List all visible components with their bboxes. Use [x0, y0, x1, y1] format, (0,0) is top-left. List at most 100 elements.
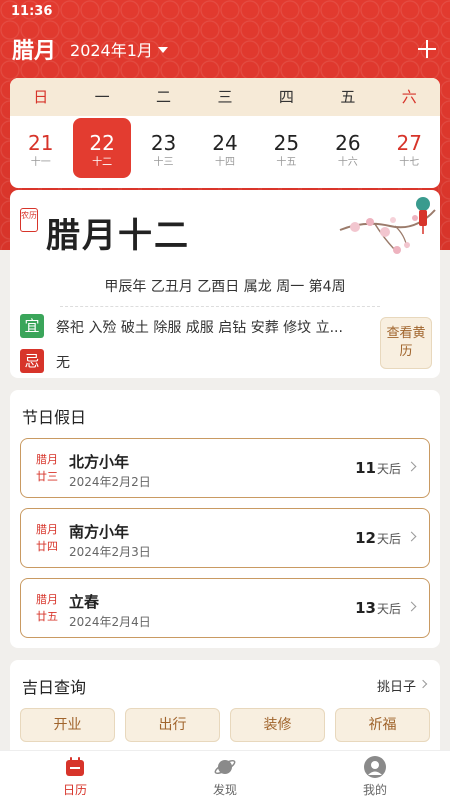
holiday-lunar-month: 腊月: [36, 453, 58, 466]
good-day-button[interactable]: 开业: [20, 708, 115, 742]
good-day-buttons: 开业 出行 装修 祈福: [20, 708, 430, 742]
holiday-lunar-date: 腊月 廿三: [33, 451, 61, 485]
calendar-icon: [66, 757, 84, 776]
month-selector-label: 2024年1月: [70, 41, 153, 60]
day-number: 27: [396, 131, 422, 155]
day-lunar: 十二: [92, 157, 113, 168]
ji-badge: 忌: [20, 349, 44, 373]
yi-badge: 宜: [20, 314, 44, 338]
ganzhi-info: 甲辰年 乙丑月 乙酉日 属龙 周一 第4周: [104, 279, 346, 295]
chevron-right-icon: [406, 461, 417, 472]
day-lunar: 十六: [337, 157, 358, 168]
tab-mine[interactable]: 我的: [300, 751, 450, 800]
good-days-title: 吉日查询: [22, 678, 87, 697]
tab-label: 我的: [362, 783, 387, 797]
countdown-suffix: 天后: [376, 462, 401, 476]
tab-label: 日历: [62, 783, 87, 797]
day-cell[interactable]: 24 十四: [194, 116, 255, 188]
tab-label: 发现: [212, 783, 237, 797]
caret-down-icon: [157, 47, 168, 53]
good-days-card: 吉日查询 挑日子 开业 出行 装修 祈福: [10, 660, 440, 760]
day-cell[interactable]: 21 十一: [10, 116, 71, 188]
week-calendar: 日 一 二 三 四 五 六 21 十一 22 十二 23 十三 24 十四 25…: [10, 78, 440, 188]
day-cell[interactable]: 26 十六: [317, 116, 378, 188]
bottom-tab-bar: 日历 发现 我的: [0, 750, 450, 800]
countdown-suffix: 天后: [376, 602, 401, 616]
weekday-sun: 日: [33, 88, 49, 106]
user-icon: [364, 756, 386, 778]
holiday-date: 2024年2月3日: [69, 545, 151, 559]
day-lunar: 十一: [30, 157, 51, 168]
lunar-month-title: 腊月: [12, 39, 57, 64]
holidays-title: 节日假日: [22, 408, 87, 427]
tab-discover[interactable]: 发现: [150, 751, 300, 800]
yi-activities: 祭祀 入殓 破土 除服 成服 启钻 安葬 修坟 立...: [56, 320, 343, 336]
add-icon[interactable]: [416, 38, 438, 60]
holidays-card: 节日假日 腊月 廿三 北方小年 2024年2月2日 11天后 腊月 廿四 南方小…: [10, 390, 440, 648]
day-cell[interactable]: 23 十三: [133, 116, 194, 188]
weekday-tue: 二: [156, 88, 172, 106]
holiday-name: 北方小年: [69, 453, 130, 471]
weekday-sat: 六: [401, 88, 417, 106]
day-number: 22: [89, 131, 115, 155]
holiday-item[interactable]: 腊月 廿三 北方小年 2024年2月2日 11天后: [20, 438, 430, 498]
countdown-suffix: 天后: [376, 532, 401, 546]
day-detail-card: 农历 腊月十二 甲辰年 乙丑月 乙酉日 属龙 周一 第4周 宜 祭祀 入殓 破土…: [10, 190, 440, 378]
status-time: 11:36: [11, 4, 53, 19]
view-almanac-button[interactable]: 查看黄历: [380, 317, 432, 369]
countdown-number: 11: [355, 459, 376, 477]
day-cell[interactable]: 25 十五: [256, 116, 317, 188]
weekday-mon: 一: [94, 88, 110, 106]
holiday-lunar-day: 廿四: [36, 540, 58, 553]
good-day-button[interactable]: 祈福: [335, 708, 430, 742]
ji-activities: 无: [56, 355, 70, 371]
title-bar: 腊月 2024年1月: [12, 34, 168, 64]
holiday-lunar-date: 腊月 廿五: [33, 591, 61, 625]
holiday-lunar-day: 廿五: [36, 610, 58, 623]
holiday-date: 2024年2月4日: [69, 615, 151, 629]
holiday-lunar-date: 腊月 廿四: [33, 521, 61, 555]
holiday-countdown: 12天后: [355, 529, 401, 547]
weekday-fri: 五: [340, 88, 356, 106]
plum-blossom-icon: [339, 197, 436, 254]
chevron-right-icon: [406, 531, 417, 542]
weekday-thu: 四: [278, 88, 294, 106]
countdown-number: 13: [355, 599, 376, 617]
weekday-header: 日 一 二 三 四 五 六: [10, 78, 440, 116]
day-number: 24: [212, 131, 238, 155]
tab-calendar[interactable]: 日历: [0, 751, 150, 800]
pick-day-link[interactable]: 挑日子: [377, 676, 416, 695]
week-days: 21 十一 22 十二 23 十三 24 十四 25 十五 26 十六 27 十…: [10, 116, 440, 188]
good-day-button[interactable]: 装修: [230, 708, 325, 742]
countdown-number: 12: [355, 529, 376, 547]
weekday-wed: 三: [217, 88, 233, 106]
holiday-lunar-month: 腊月: [36, 593, 58, 606]
day-cell[interactable]: 27 十七: [379, 116, 440, 188]
day-number: 21: [27, 131, 54, 155]
day-number: 23: [150, 131, 177, 155]
holiday-name: 南方小年: [69, 523, 130, 541]
lunar-seal: 农历: [20, 208, 38, 232]
planet-icon: [214, 759, 236, 775]
day-lunar: 十五: [276, 157, 297, 168]
good-day-button[interactable]: 出行: [125, 708, 220, 742]
month-selector[interactable]: 2024年1月: [70, 37, 168, 61]
chevron-right-icon: [406, 601, 417, 612]
day-lunar: 十三: [153, 157, 174, 168]
holiday-countdown: 13天后: [355, 599, 401, 617]
chevron-right-icon: [418, 679, 428, 689]
day-lunar: 十七: [399, 157, 420, 168]
holiday-lunar-day: 廿三: [36, 470, 58, 483]
lunar-date-title: 腊月十二: [46, 216, 190, 256]
holiday-item[interactable]: 腊月 廿五 立春 2024年2月4日 13天后: [20, 578, 430, 638]
day-number: 25: [273, 131, 300, 155]
dashed-divider: [60, 306, 380, 307]
holiday-lunar-month: 腊月: [36, 523, 58, 536]
holiday-countdown: 11天后: [355, 459, 401, 477]
day-lunar: 十四: [214, 157, 235, 168]
holiday-date: 2024年2月2日: [69, 475, 151, 489]
day-cell-selected[interactable]: 22 十二: [71, 116, 132, 188]
day-number: 26: [335, 131, 361, 155]
holiday-item[interactable]: 腊月 廿四 南方小年 2024年2月3日 12天后: [20, 508, 430, 568]
holiday-name: 立春: [69, 593, 100, 611]
